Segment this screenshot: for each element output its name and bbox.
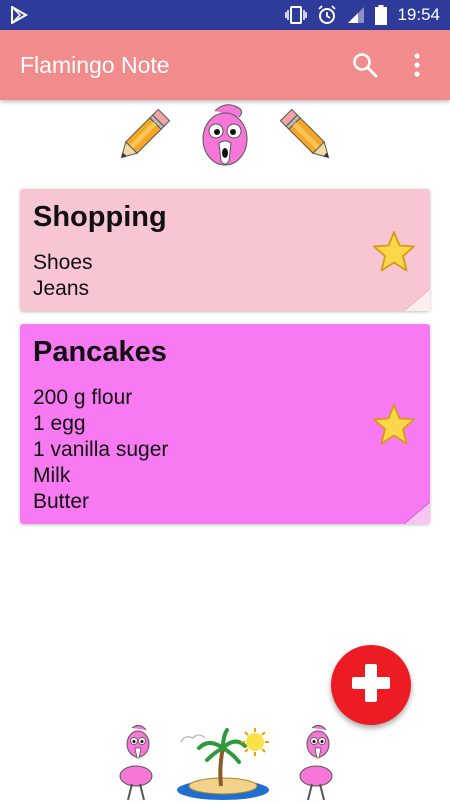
- page-fold-icon: [403, 288, 431, 312]
- note-title: Pancakes: [33, 336, 167, 368]
- flamingo-icon: [119, 724, 153, 801]
- overflow-menu-icon[interactable]: [404, 52, 430, 78]
- island-icon: [177, 728, 269, 800]
- note-line: Milk: [33, 464, 71, 487]
- header-illustration: [0, 100, 450, 178]
- note-card-pancakes[interactable]: Pancakes 200 g flour 1 egg 1 vanilla sug…: [20, 324, 431, 525]
- flamingo-icon: [299, 724, 333, 801]
- pencil-icon: [275, 104, 341, 174]
- page-fold-icon: [403, 501, 431, 525]
- status-bar: 19:54: [0, 0, 450, 30]
- search-icon[interactable]: [352, 52, 378, 78]
- star-icon[interactable]: [371, 229, 417, 275]
- footer-illustration: [0, 722, 450, 801]
- battery-icon: [375, 5, 388, 25]
- note-body: 200 g flour 1 egg 1 vanilla suger Milk B…: [33, 385, 417, 515]
- note-line: Butter: [33, 490, 90, 513]
- status-time: 19:54: [397, 5, 440, 24]
- star-icon[interactable]: [371, 402, 417, 448]
- note-line: 1 egg: [33, 412, 86, 435]
- pencil-icon: [109, 104, 175, 174]
- signal-icon: [347, 6, 365, 24]
- note-title: Shopping: [33, 201, 167, 233]
- app-title: Flamingo Note: [20, 51, 170, 78]
- app-bar: Flamingo Note: [0, 30, 450, 100]
- note-line: 200 g flour: [33, 386, 133, 409]
- add-note-button[interactable]: [331, 645, 411, 725]
- alarm-icon: [317, 5, 337, 25]
- note-card-shopping[interactable]: Shopping Shoes Jeans: [20, 189, 431, 312]
- play-store-icon: [10, 6, 28, 24]
- note-line: Jeans: [33, 277, 90, 300]
- vibrate-icon: [285, 5, 308, 25]
- note-line: 1 vanilla suger: [33, 438, 169, 461]
- flamingo-face-icon: [195, 101, 255, 177]
- note-line: Shoes: [33, 251, 93, 274]
- note-body: Shoes Jeans: [33, 250, 417, 302]
- plus-icon: [349, 661, 393, 709]
